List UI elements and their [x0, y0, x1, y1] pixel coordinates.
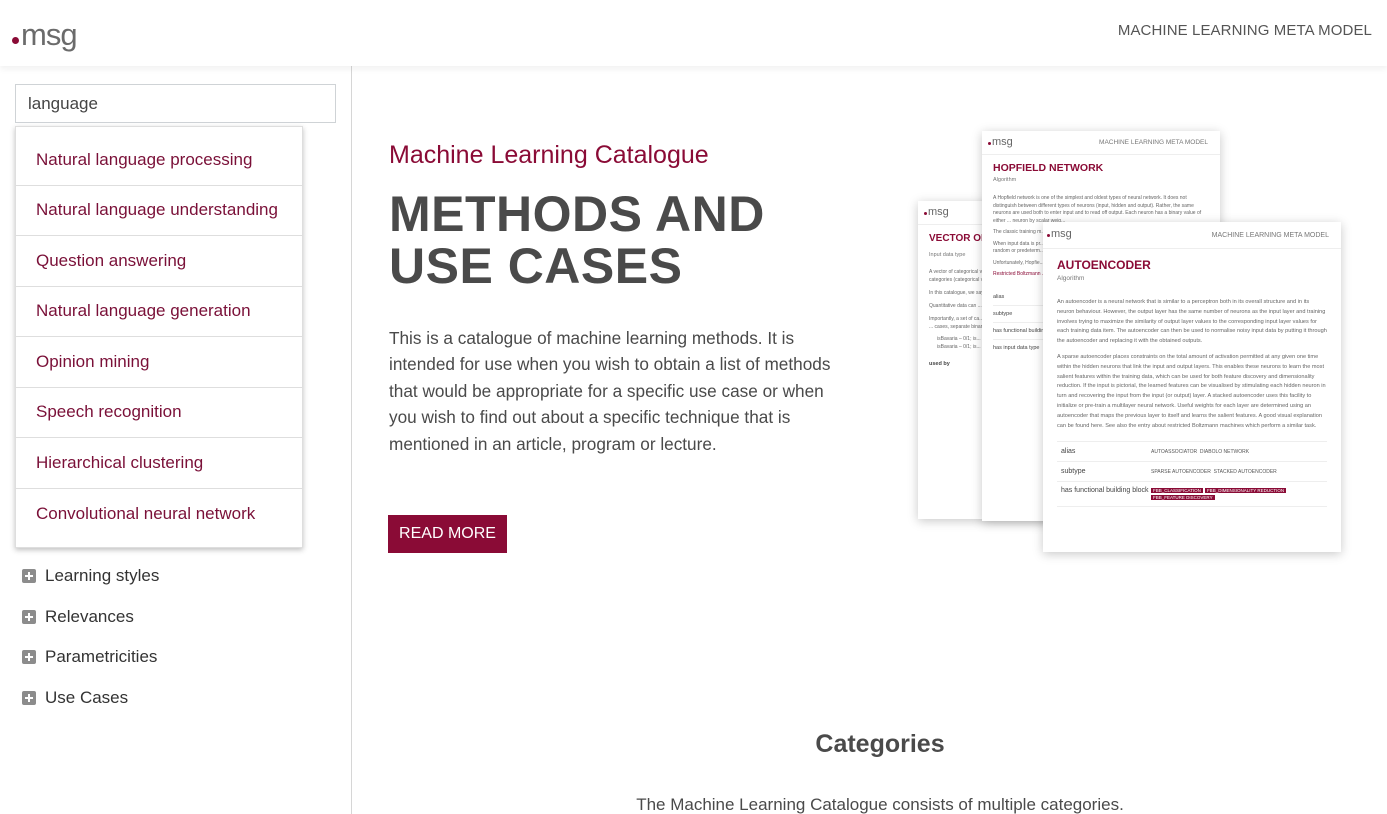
plus-square-icon[interactable]	[22, 650, 36, 665]
hero-title: METHODS AND USE CASES	[389, 188, 765, 292]
autocomplete-dropdown: Natural language processing Natural lang…	[15, 126, 303, 548]
hero-description: This is a catalogue of machine learning …	[389, 328, 831, 454]
logo-text: msg	[21, 17, 78, 52]
tree-item-label: Relevances	[45, 606, 134, 626]
search-input[interactable]	[15, 84, 336, 123]
card-row: subtype SPARSE AUTOENCODER STACKED AUTOE…	[1057, 462, 1327, 483]
tag: FBB_FEATURE DISCOVERY	[1151, 495, 1215, 501]
site-title[interactable]: MACHINE LEARNING META MODEL	[1118, 22, 1372, 39]
tag: FBB_DIMENSIONALITY REDUCTION	[1204, 488, 1287, 494]
autocomplete-item[interactable]: Natural language generation	[16, 287, 302, 337]
logo-dot-icon	[12, 37, 19, 44]
autocomplete-item[interactable]: Speech recognition	[16, 388, 302, 438]
msg-logo[interactable]: msg	[12, 14, 78, 52]
autocomplete-item[interactable]: Opinion mining	[16, 337, 302, 388]
tree-item-learning-styles[interactable]: Learning styles	[22, 556, 159, 597]
card-header: msg MACHINE LEARNING META MODEL	[982, 131, 1220, 155]
plus-square-icon[interactable]	[22, 609, 36, 624]
card-paragraph: A Hopfield network is one of the simples…	[993, 195, 1202, 224]
card-paragraph: A sparse autoencoder places constraints …	[1057, 353, 1326, 429]
tree-item-use-cases[interactable]: Use Cases	[22, 678, 159, 719]
autocomplete-item[interactable]: Convolutional neural network	[16, 489, 302, 540]
card-title: AUTOENCODER	[1057, 258, 1151, 272]
card-title: HOPFIELD NETWORK	[993, 162, 1104, 174]
hero-subtitle: Machine Learning Catalogue	[389, 141, 709, 169]
category-tree: Learning styles Relevances Parametriciti…	[22, 556, 159, 718]
autocomplete-item[interactable]: Natural language understanding	[16, 186, 302, 236]
tree-item-label: Learning styles	[45, 566, 160, 586]
categories-title: Categories	[815, 730, 945, 758]
sidebar: Natural language processing Natural lang…	[0, 66, 352, 814]
mini-logo: msg	[1047, 228, 1072, 240]
plus-square-icon[interactable]	[22, 690, 36, 705]
autocomplete-item[interactable]: Hierarchical clustering	[16, 438, 302, 489]
card-type: Algorithm	[1057, 275, 1085, 282]
mini-logo: msg	[924, 206, 949, 218]
tree-item-relevances[interactable]: Relevances	[22, 597, 159, 638]
mini-logo: msg	[988, 136, 1013, 148]
card-row: has functional building block FBB_CLASSI…	[1057, 482, 1327, 508]
hero-title-line: METHODS AND	[389, 186, 765, 242]
tree-item-label: Use Cases	[45, 687, 129, 707]
autocomplete-item[interactable]: Question answering	[16, 236, 302, 287]
tag: FBB_CLASSIFICATION	[1151, 488, 1203, 494]
card-row: alias AUTOASSOCIATOR DIABOLO NETWORK	[1057, 442, 1327, 463]
preview-card-autoencoder: msg MACHINE LEARNING META MODEL AUTOENCO…	[1043, 222, 1341, 552]
read-more-button[interactable]: READ MORE	[388, 515, 507, 553]
tree-item-label: Parametricities	[45, 647, 158, 667]
card-header: msg MACHINE LEARNING META MODEL	[1043, 222, 1341, 249]
categories-description: The Machine Learning Catalogue consists …	[636, 795, 1124, 814]
card-type: Algorithm	[993, 177, 1017, 183]
tree-item-parametricities[interactable]: Parametricities	[22, 637, 159, 678]
mini-header-title: MACHINE LEARNING META MODEL	[1211, 232, 1329, 239]
site-header: msg MACHINE LEARNING META MODEL	[0, 0, 1387, 66]
hero-title-line: USE CASES	[389, 238, 683, 294]
plus-square-icon[interactable]	[22, 569, 36, 584]
card-paragraph: An autoencoder is a neural network that …	[1057, 299, 1327, 345]
autocomplete-item[interactable]: Natural language processing	[16, 135, 302, 186]
mini-header-title: MACHINE LEARNING META MODEL	[1099, 139, 1208, 146]
